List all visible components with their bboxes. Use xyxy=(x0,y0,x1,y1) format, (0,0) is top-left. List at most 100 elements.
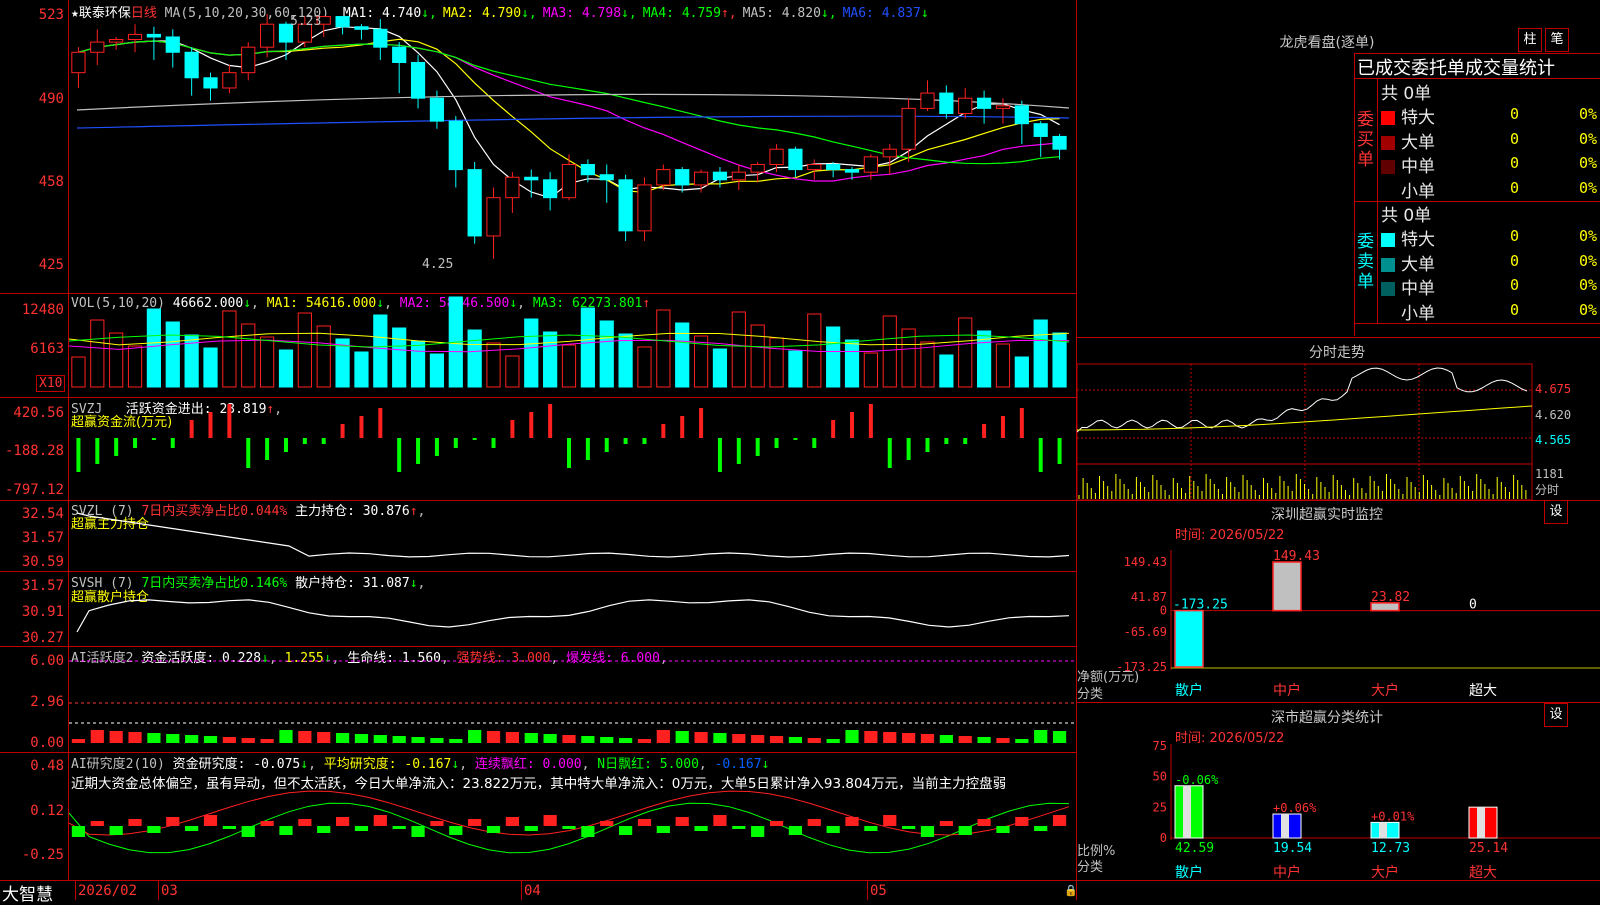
activity-bar xyxy=(656,730,670,743)
research-bar xyxy=(562,826,576,829)
research-bar xyxy=(581,826,595,837)
research-bar xyxy=(185,826,199,831)
activity-bar xyxy=(732,734,746,743)
research-bar xyxy=(222,826,236,829)
activity-bar xyxy=(449,739,463,743)
activity-bar xyxy=(581,736,595,743)
research-bar xyxy=(864,826,878,831)
candle xyxy=(599,174,614,181)
date-label: 05 xyxy=(870,883,887,899)
lock-icon[interactable]: 🔒 xyxy=(1064,884,1078,897)
flow-bar xyxy=(906,438,911,460)
research-bar xyxy=(411,826,425,837)
volume-bar xyxy=(392,327,407,388)
sz-bar-label: 149.43 xyxy=(1273,549,1320,564)
flow-bar xyxy=(661,424,666,438)
sc-stats-title: 深市超赢分类统计 xyxy=(1271,710,1383,726)
volume-bar xyxy=(580,307,595,388)
activity-chart[interactable] xyxy=(69,647,1076,752)
buy-row-percent: 0% xyxy=(1578,129,1597,148)
research-bar xyxy=(373,815,387,826)
research-bar xyxy=(505,817,519,826)
activity-bar xyxy=(128,732,142,743)
research-bar xyxy=(637,819,652,826)
candlestick-chart[interactable] xyxy=(69,0,1076,293)
main-holding-chart[interactable] xyxy=(69,501,1076,571)
research-bar xyxy=(241,826,255,837)
activity-bar xyxy=(430,738,444,743)
flow-bar xyxy=(548,404,553,438)
sell-total: 共 0单 xyxy=(1381,206,1432,226)
sz-xlabel: 分类 xyxy=(1077,687,1104,702)
research-bar xyxy=(317,826,331,833)
candle xyxy=(712,171,728,181)
candle xyxy=(995,105,1011,109)
fund-flow-chart[interactable] xyxy=(69,398,1076,500)
svzl-tick: 32.54 xyxy=(21,506,64,522)
activity-bar xyxy=(185,735,199,743)
activity-bar xyxy=(883,732,897,743)
intraday-chart[interactable]: 4.675 4.620 4.565 1181 分时 xyxy=(1077,362,1600,500)
buy-total: 共 0单 xyxy=(1381,84,1432,104)
research-bar xyxy=(543,815,557,826)
volume-bar xyxy=(278,349,294,388)
activity-bar xyxy=(203,736,218,743)
activity-bar xyxy=(260,739,274,743)
candle xyxy=(882,148,897,158)
tick-view-button[interactable]: 笔 xyxy=(1545,28,1569,52)
research-bar xyxy=(939,821,953,826)
candle xyxy=(656,169,671,186)
sc-ratio-chart[interactable]: 75 50 25 0 -0.06% 42.59 散户 +0.06% 19.54 中户 +0.01% 1… xyxy=(1077,740,1600,880)
sz-tick: 0 xyxy=(1160,604,1167,618)
sell-row-label: 小单 xyxy=(1381,299,1435,324)
activity-bar xyxy=(317,732,331,743)
sell-row-percent: 0% xyxy=(1578,276,1597,294)
research-bar xyxy=(354,826,369,831)
activity-bar xyxy=(958,736,972,743)
sell-row-label: 大单 xyxy=(1381,250,1435,275)
price-tick: 490 xyxy=(38,91,64,107)
retail-holding-chart[interactable] xyxy=(69,572,1076,646)
sell-row-percent: 0% xyxy=(1578,251,1597,270)
activity-bar xyxy=(1034,730,1048,743)
candle xyxy=(693,171,709,186)
sz-category: 散户 xyxy=(1175,682,1203,699)
research-bar xyxy=(109,826,123,835)
volume-chart[interactable] xyxy=(69,294,1076,397)
volume-bar xyxy=(939,354,954,388)
flow-bar xyxy=(963,438,968,444)
research-bar xyxy=(751,826,765,837)
research-bar xyxy=(298,819,312,826)
research-bar xyxy=(71,826,86,837)
sc-value: 42.59 xyxy=(1175,841,1214,856)
volume-bar xyxy=(599,320,614,388)
candle xyxy=(90,41,105,53)
sz-bar-label: 0 xyxy=(1469,598,1477,613)
order-stats-header: 已成交委托单成交量统计 xyxy=(1357,58,1555,79)
flow-bar xyxy=(717,438,722,472)
buy-row-label: 小单 xyxy=(1381,177,1435,202)
activity-bar xyxy=(807,738,821,743)
sz-bar-label: 23.82 xyxy=(1371,590,1410,605)
sz-settings-button[interactable]: 设 xyxy=(1544,500,1568,524)
flow-bar xyxy=(434,438,439,456)
flow-bar xyxy=(510,420,515,438)
bar-view-button[interactable]: 柱 xyxy=(1518,28,1542,52)
research-chart[interactable] xyxy=(69,753,1076,880)
candle xyxy=(71,51,86,74)
flow-bar xyxy=(189,420,194,438)
sz-tick: 149.43 xyxy=(1124,555,1167,569)
activity-bar xyxy=(166,734,180,743)
ai2-tick: 0.12 xyxy=(30,803,64,819)
activity-bar xyxy=(788,737,803,743)
research-bar xyxy=(807,819,821,826)
sz-net-chart[interactable]: 149.4341.870-65.69-173.25-173.25散户149.43… xyxy=(1077,540,1600,702)
chart-area[interactable]: ★联泰环保日线 MA(5,10,20,30,60,120) MA1: 4.740… xyxy=(0,0,1600,905)
date-label: 2026/02 xyxy=(78,883,138,899)
volume-bar xyxy=(637,346,652,388)
flow-bar xyxy=(95,438,100,464)
brand-logo[interactable]: 大智慧 xyxy=(2,880,53,905)
sc-settings-button[interactable]: 设 xyxy=(1544,703,1568,727)
candle xyxy=(826,164,841,171)
vol-unit-badge[interactable]: X10 xyxy=(36,375,66,392)
